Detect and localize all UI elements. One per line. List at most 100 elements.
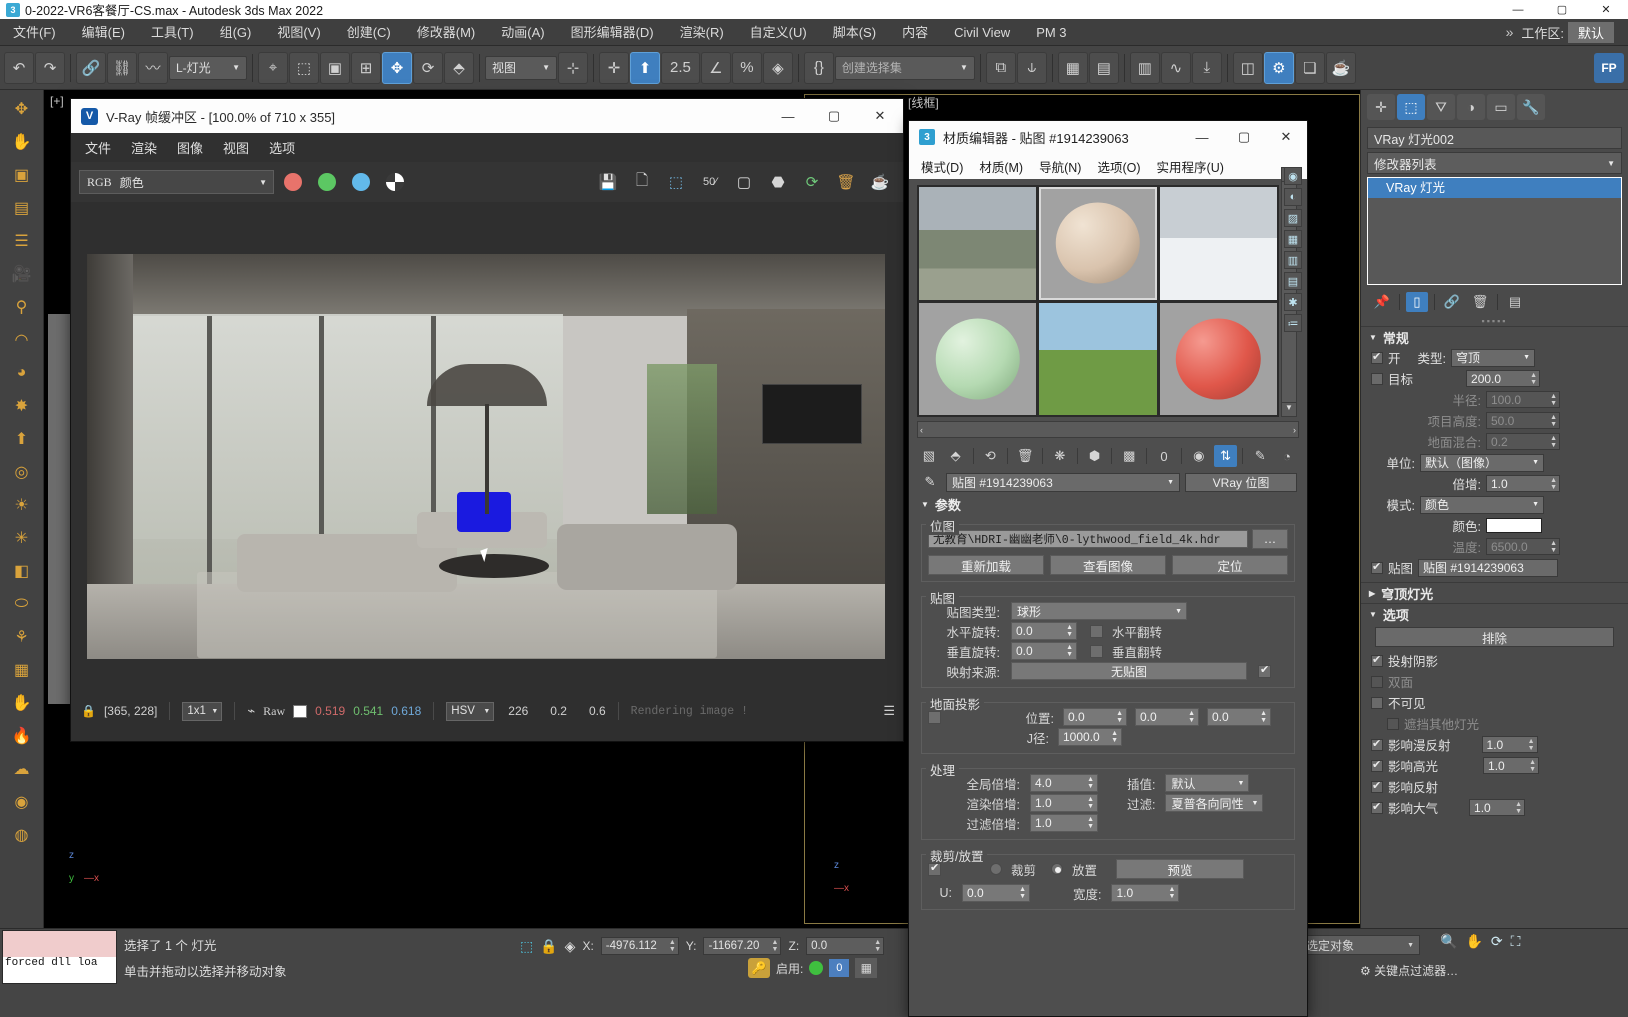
go-forward-sibling-icon[interactable]: ⇅ xyxy=(1213,445,1238,467)
affect-specular-spinner[interactable]: 1.0 ▲ ▼ xyxy=(1483,757,1540,774)
object-name-field[interactable]: VRay 灯光002 xyxy=(1367,127,1622,149)
motion-tab[interactable]: ◑ xyxy=(1457,94,1485,120)
affect-atmosphere-spinner[interactable]: 1.0 ▲ ▼ xyxy=(1469,799,1526,816)
reference-coord-combo[interactable]: 视图 ▼ xyxy=(485,55,557,80)
vfb-menu-options[interactable]: 选项 xyxy=(269,138,295,157)
vfb-maximize-button[interactable]: ▢ xyxy=(811,99,857,133)
display-tab[interactable]: ▭ xyxy=(1487,94,1515,120)
background-icon[interactable]: ▨ xyxy=(1284,209,1302,227)
vfb-zoom-dropdown[interactable]: 1x1 ▼ xyxy=(182,701,223,721)
ribbon-toggle-icon[interactable]: ▥ xyxy=(1129,51,1160,84)
vfb-close-button[interactable]: ✕ xyxy=(857,99,903,133)
menu-item-animation[interactable]: 动画(A) xyxy=(488,19,557,46)
maximize-button[interactable]: ▢ xyxy=(1540,0,1584,19)
width-spinner[interactable]: 1.0 ▲ ▼ xyxy=(1111,884,1180,902)
texture-map-button[interactable]: 贴图 #1914239063 xyxy=(1418,558,1559,577)
spinner-arrows-icon[interactable]: ▲ ▼ xyxy=(1515,801,1522,815)
spinner-arrows-icon[interactable]: ▲ ▼ xyxy=(1529,759,1536,773)
select-and-place-icon[interactable]: ✛ xyxy=(599,51,629,84)
use-pivot-center-icon[interactable]: ⊹ xyxy=(558,51,588,84)
align-icon[interactable]: ⫝ xyxy=(1016,51,1047,84)
affect-diffuse-spinner[interactable]: 1.0 ▲ ▼ xyxy=(1481,736,1538,753)
render-multiplier-spinner[interactable]: 1.0 ▲ ▼ xyxy=(1030,794,1098,812)
affect-reflections-checkbox[interactable] xyxy=(1371,779,1383,793)
curve-editor-icon[interactable]: ∿ xyxy=(1160,51,1191,84)
mode-dropdown[interactable]: 颜色 ▼ xyxy=(1420,495,1544,514)
select-by-name-icon[interactable]: ⬚ xyxy=(289,51,319,84)
temperature-spinner[interactable]: 6500.0 ▲ ▼ xyxy=(1486,538,1560,555)
modifier-list-dropdown[interactable]: 修改器列表 ▼ xyxy=(1367,152,1622,174)
map-source-enable-checkbox[interactable] xyxy=(1258,663,1271,678)
delete-icon[interactable]: 🗑 xyxy=(1013,445,1037,467)
spinner-arrows-icon[interactable]: ▲ ▼ xyxy=(1019,886,1026,900)
slot-field-hdri[interactable] xyxy=(1039,302,1157,415)
material-editor-close-button[interactable]: ✕ xyxy=(1265,121,1307,153)
select-and-scale-icon[interactable]: ⬘ xyxy=(444,51,474,84)
spinner-arrows-icon[interactable]: ▲ ▼ xyxy=(1169,886,1176,900)
vray-frame-buffer-window[interactable]: V V-Ray 帧缓冲区 - [100.0% of 710 x 355] — ▢… xyxy=(70,98,904,742)
menu-item-create[interactable]: 创建(C) xyxy=(334,19,404,46)
spinner-arrows-icon[interactable]: ▲ ▼ xyxy=(1550,435,1557,449)
tool-mask-icon[interactable]: ◍ xyxy=(5,820,39,850)
target-checkbox[interactable] xyxy=(1371,372,1383,385)
vfb-menu-file[interactable]: 文件 xyxy=(85,138,111,157)
pick-material-icon[interactable]: ✎ xyxy=(1248,445,1272,467)
zoom-icon[interactable]: 🔍 xyxy=(1440,933,1457,950)
remove-modifier-icon[interactable]: 🗑 xyxy=(1469,292,1491,312)
close-button[interactable]: ✕ xyxy=(1584,0,1628,19)
vfb-menu-render[interactable]: 渲染 xyxy=(131,138,157,157)
tool-arc-icon[interactable]: ◠ xyxy=(5,325,39,355)
tool-grid-icon[interactable]: ▦ xyxy=(5,655,39,685)
schematic-view-icon[interactable]: ⤓ xyxy=(1191,51,1222,84)
x-coordinate-field[interactable]: -4976.112 ▲ ▼ xyxy=(600,937,679,955)
contrast-icon[interactable] xyxy=(380,167,410,197)
occlude-other-checkbox[interactable] xyxy=(1387,717,1399,730)
general-rollup-header[interactable]: ▼ 常规 xyxy=(1361,327,1628,347)
video-color-check-icon[interactable]: ▥ xyxy=(1284,251,1302,269)
vfb-color-mode-dropdown[interactable]: HSV ▼ xyxy=(446,701,495,721)
scroll-left-icon[interactable]: ‹ xyxy=(920,425,923,435)
unlink-icon[interactable]: ⛓ xyxy=(107,51,137,84)
keyframe-filter-label[interactable]: ⚙ 关键点过滤器… xyxy=(1360,962,1458,979)
spinner-arrows-icon[interactable]: ▲ ▼ xyxy=(1087,816,1094,830)
layer-explorer-icon[interactable]: ▦ xyxy=(1057,51,1088,84)
bitmap-path-field[interactable]: 尤教育\HDRI-幽幽老师\0-lythwood_field_4k.hdr xyxy=(928,530,1248,548)
grid-enabled-indicator[interactable] xyxy=(809,961,824,975)
tool-list-icon[interactable]: ☰ xyxy=(5,226,39,256)
hierarchy-tab[interactable]: ⛛ xyxy=(1427,94,1455,120)
green-channel-icon[interactable] xyxy=(312,167,342,197)
utilities-tab[interactable]: 🔧 xyxy=(1517,94,1545,120)
lines-icon[interactable]: ☰ xyxy=(883,703,895,719)
tool-layers-icon[interactable]: ▤ xyxy=(5,193,39,223)
filter-dropdown[interactable]: 夏普各向同性 ▼ xyxy=(1165,794,1264,812)
tool-ellipse-icon[interactable]: ⬭ xyxy=(5,589,39,619)
get-material-icon[interactable]: ▧ xyxy=(917,445,941,467)
options-icon[interactable]: ✱ xyxy=(1284,293,1302,311)
select-region-icon[interactable]: ⬚ xyxy=(520,938,533,955)
vfb-minimize-button[interactable]: — xyxy=(765,99,811,133)
menu-item-graph-editors[interactable]: 图形编辑器(D) xyxy=(558,19,667,46)
show-end-result-icon[interactable]: ▯ xyxy=(1406,292,1428,312)
red-channel-icon[interactable] xyxy=(278,167,308,197)
spinner-arrows-icon[interactable]: ▲ ▼ xyxy=(1550,393,1557,407)
clear-icon[interactable]: 🗑 xyxy=(831,167,861,197)
tool-burst-icon[interactable]: ✳ xyxy=(5,523,39,553)
material-editor-icon[interactable]: ◫ xyxy=(1232,51,1263,84)
show-shaded-icon[interactable]: ▩ xyxy=(1117,445,1141,467)
global-multiplier-spinner[interactable]: 4.0 ▲ ▼ xyxy=(1030,774,1098,792)
snap-grid-icon[interactable]: ▦ xyxy=(855,958,878,978)
menu-overflow-icon[interactable]: » xyxy=(1498,24,1522,40)
tool-cube-icon[interactable]: ◧ xyxy=(5,556,39,586)
spinner-arrows-icon[interactable]: ▲ ▼ xyxy=(1116,710,1123,724)
menu-item-scripting[interactable]: 脚本(S) xyxy=(820,19,889,46)
spinner-arrows-icon[interactable]: ▲ ▼ xyxy=(1066,644,1073,658)
percent-snap-icon[interactable]: % xyxy=(731,51,762,84)
put-to-library-icon[interactable]: ❋ xyxy=(1048,445,1072,467)
pin-stack-icon[interactable]: 📌 xyxy=(1371,292,1393,312)
maximize-viewport-icon[interactable]: ⛶ xyxy=(1511,933,1521,950)
cast-shadows-checkbox[interactable] xyxy=(1371,653,1383,667)
exclude-button[interactable]: 排除 xyxy=(1375,627,1614,647)
lock-icon[interactable]: 🔒 xyxy=(81,704,96,718)
map-type-dropdown[interactable]: 球形 ▼ xyxy=(1011,602,1187,620)
filter-multiplier-spinner[interactable]: 1.0 ▲ ▼ xyxy=(1030,814,1098,832)
